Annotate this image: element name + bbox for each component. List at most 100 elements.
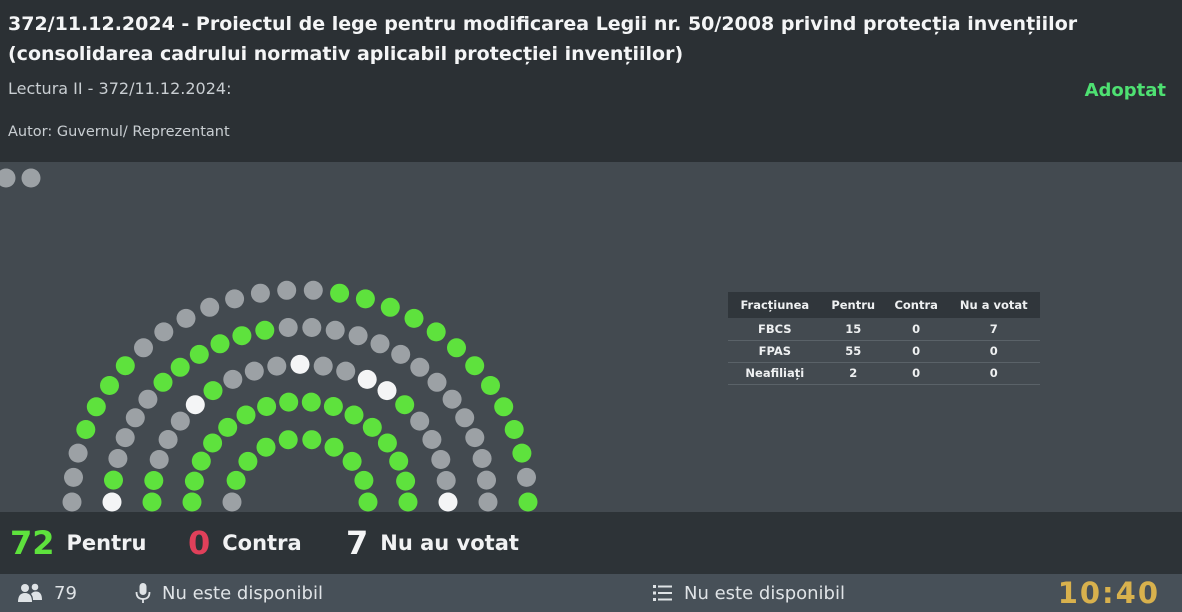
- list-icon: [652, 582, 674, 604]
- seat: [431, 450, 451, 469]
- page-title: 372/11.12.2024 - Proiectul de lege pentr…: [8, 13, 1078, 65]
- seat: [138, 389, 158, 409]
- seat: [176, 308, 196, 328]
- faction-novote: 0: [947, 362, 1040, 385]
- seat: [184, 471, 204, 491]
- faction-against: 0: [884, 318, 948, 341]
- seat: [236, 405, 256, 425]
- seat: [203, 433, 223, 453]
- novote-label: Nu au votat: [380, 531, 519, 555]
- seat: [465, 356, 485, 376]
- seat: [438, 492, 458, 512]
- seat: [481, 376, 500, 395]
- faction-novote: 7: [947, 318, 1040, 341]
- faction-novote: 0: [947, 340, 1040, 363]
- seat: [191, 451, 211, 471]
- seat: [357, 369, 377, 389]
- seat: [278, 318, 298, 337]
- faction-against: 0: [884, 340, 948, 363]
- reading-label: Lectura II - 372/11.12.2024:: [8, 79, 232, 98]
- seat: [348, 326, 368, 346]
- agenda-item: Nu este disponibil: [652, 574, 845, 612]
- for-label: Pentru: [66, 531, 147, 555]
- seat: [223, 369, 243, 389]
- attendance: 79: [16, 574, 77, 612]
- seat: [410, 357, 430, 377]
- seat: [62, 492, 82, 512]
- footer-bar: 79 Nu este disponibil Nu este disponibil…: [0, 574, 1182, 612]
- seat: [189, 344, 209, 364]
- seat: [478, 492, 498, 512]
- seat: [277, 280, 297, 300]
- clock: 10:40: [1057, 576, 1160, 610]
- header: 372/11.12.2024 - Proiectul de lege pentr…: [0, 0, 1182, 162]
- attendance-count: 79: [54, 582, 77, 604]
- seat: [396, 471, 416, 491]
- seat: [342, 451, 362, 471]
- summary-for: 72 Pentru: [10, 512, 146, 574]
- seat: [238, 451, 258, 471]
- seat: [108, 449, 128, 468]
- table-row: FBCS 15 0 7: [728, 318, 1040, 341]
- seat: [442, 389, 462, 409]
- seat: [410, 411, 430, 431]
- seat: [380, 297, 400, 317]
- seat: [344, 405, 364, 425]
- seat: [395, 395, 415, 415]
- seat: [250, 283, 270, 303]
- seat: [257, 397, 277, 416]
- seat: [255, 320, 275, 340]
- voting-panel: Fracțiunea Pentru Contra Nu a votat FBCS…: [0, 162, 1182, 512]
- faction-for: 55: [821, 340, 885, 363]
- novote-count: 7: [346, 524, 369, 562]
- seat: [447, 338, 466, 358]
- seat: [290, 354, 310, 374]
- for-count: 72: [10, 524, 55, 562]
- seat: [477, 470, 496, 490]
- seat: [436, 471, 456, 490]
- seat: [154, 322, 174, 342]
- col-header-against: Contra: [884, 292, 948, 318]
- seat: [76, 420, 96, 439]
- seat: [504, 420, 524, 439]
- seat: [225, 289, 245, 309]
- seat: [0, 168, 16, 188]
- faction-name: FBCS: [728, 318, 822, 341]
- agenda-text: Nu este disponibil: [684, 582, 845, 604]
- seat: [370, 334, 390, 354]
- seat: [422, 430, 442, 449]
- seat: [517, 467, 536, 487]
- seat: [455, 408, 475, 428]
- seat: [472, 449, 492, 468]
- seat: [256, 437, 276, 457]
- vote-summary: 72 Pentru 0 Contra 7 Nu au votat: [0, 512, 1182, 574]
- seat: [301, 392, 321, 412]
- seat: [303, 280, 323, 300]
- author-label: Autor: Guvernul/ Reprezentant: [8, 124, 230, 140]
- seat: [325, 320, 345, 340]
- seat: [104, 470, 123, 490]
- seat: [86, 397, 106, 417]
- against-count: 0: [188, 524, 211, 562]
- seat: [267, 356, 287, 376]
- against-label: Contra: [222, 531, 302, 555]
- seat: [185, 395, 205, 415]
- faction-table: Fracțiunea Pentru Contra Nu a votat FBCS…: [728, 292, 1040, 385]
- seat: [68, 443, 88, 463]
- summary-against: 0 Contra: [188, 512, 302, 574]
- seat: [391, 344, 411, 364]
- seat: [389, 451, 409, 471]
- seat: [324, 437, 344, 457]
- seat: [362, 417, 382, 437]
- seat: [158, 430, 178, 449]
- faction-table-header: Fracțiunea Pentru Contra Nu a votat: [728, 292, 1040, 318]
- seat: [144, 471, 164, 490]
- faction-name: FPAS: [728, 340, 822, 363]
- seat: [302, 318, 322, 337]
- seat: [278, 430, 298, 450]
- seat: [427, 372, 447, 392]
- seat: [377, 433, 397, 453]
- seat: [218, 417, 238, 437]
- seat: [182, 492, 202, 512]
- seat: [102, 492, 122, 512]
